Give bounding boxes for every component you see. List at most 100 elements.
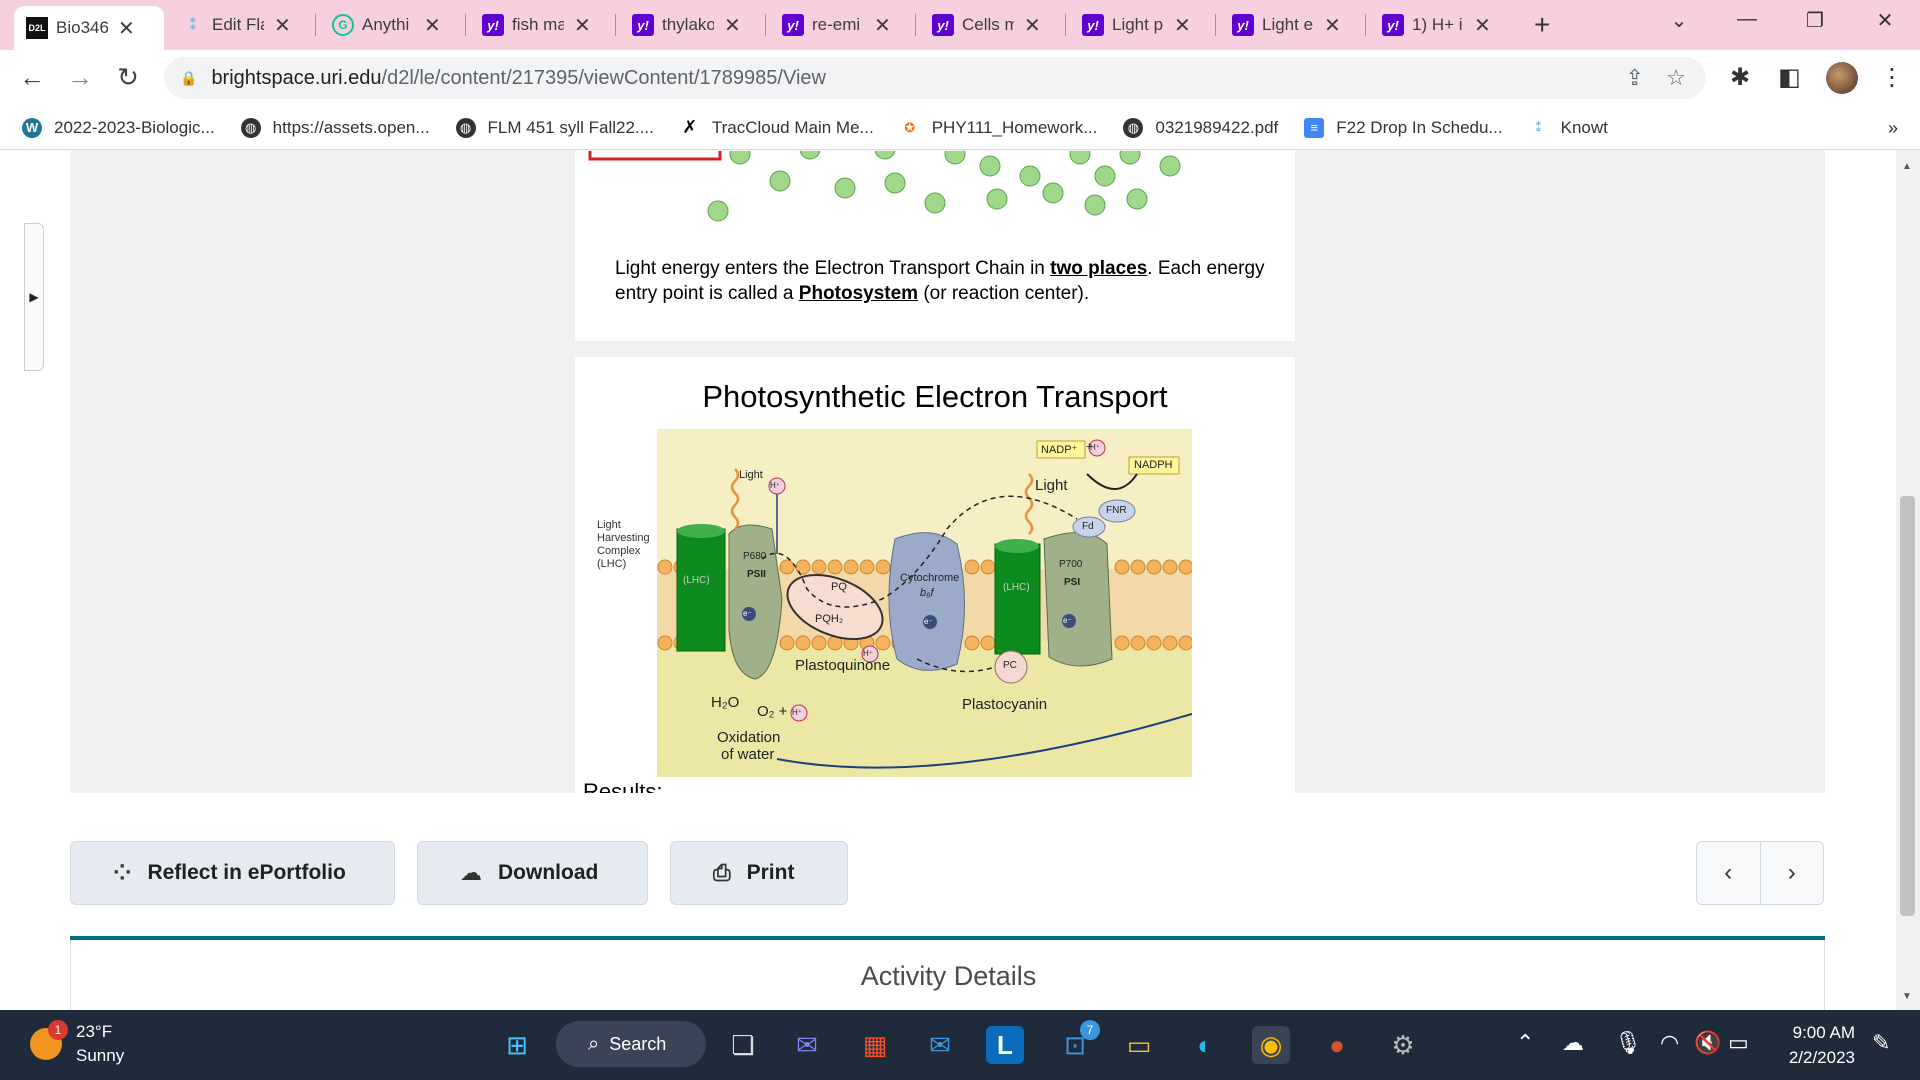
- share-icon[interactable]: ⇪: [1626, 65, 1644, 91]
- clock-time: 9:00 AM: [1792, 1023, 1855, 1042]
- scroll-down-icon[interactable]: ▼: [1902, 991, 1912, 1002]
- bookmark-biological[interactable]: W 2022-2023-Biologic...: [22, 117, 215, 138]
- l-app-icon[interactable]: L: [986, 1026, 1024, 1064]
- new-tab-button[interactable]: +: [1534, 9, 1550, 41]
- fd-label: Fd: [1082, 521, 1094, 532]
- minimize-button[interactable]: —: [1732, 8, 1762, 31]
- bookmarks-overflow-icon[interactable]: »: [1888, 118, 1898, 139]
- knowt-icon: ⁑: [1535, 119, 1543, 135]
- lhc-label-line: Harvesting: [597, 532, 650, 544]
- bookmark-label: 0321989422.pdf: [1155, 117, 1279, 137]
- tab-h-plus[interactable]: y! 1) H+ i ✕: [1370, 8, 1510, 42]
- previous-topic-button[interactable]: ‹: [1697, 842, 1761, 904]
- bookmark-knowt[interactable]: ⁑ Knowt: [1529, 118, 1608, 138]
- pqh2-label: PQH₂: [815, 613, 844, 625]
- menu-kebab-icon[interactable]: ⋮: [1880, 63, 1904, 92]
- page-scrollbar[interactable]: ▲ ▼: [1896, 151, 1920, 1010]
- notifications-icon[interactable]: ✎: [1872, 1030, 1890, 1056]
- edge-icon[interactable]: ◐: [1186, 1026, 1224, 1064]
- cloud-download-icon: ☁: [460, 860, 482, 885]
- bookmark-traccloud[interactable]: ✗ TracCloud Main Me...: [680, 117, 873, 138]
- bookmark-flm451[interactable]: ◍ FLM 451 syll Fall22....: [455, 117, 654, 138]
- close-icon[interactable]: ✕: [574, 13, 591, 38]
- bookmark-drop-in[interactable]: ≡ F22 Drop In Schedu...: [1304, 117, 1503, 138]
- close-icon[interactable]: ✕: [1324, 13, 1341, 38]
- tab-light-e[interactable]: y! Light e ✕: [1220, 8, 1360, 42]
- tab-anything[interactable]: G Anythi ✕: [320, 8, 460, 42]
- powerpoint-icon[interactable]: ●: [1318, 1026, 1356, 1064]
- tab-bio346[interactable]: D2L Bio346 ✕: [14, 6, 164, 50]
- wifi-icon[interactable]: ◠: [1660, 1030, 1679, 1056]
- task-view-icon[interactable]: ❏: [724, 1026, 762, 1064]
- close-icon[interactable]: ✕: [118, 16, 135, 41]
- microsoft-store-icon[interactable]: ▦: [856, 1026, 894, 1064]
- docs-icon: ≡: [1304, 117, 1325, 138]
- print-button[interactable]: ⎙ Print: [670, 841, 848, 905]
- close-icon[interactable]: ✕: [1174, 13, 1191, 38]
- p680-label: P680: [743, 551, 767, 562]
- side-panel-icon[interactable]: ◧: [1778, 63, 1801, 92]
- battery-icon[interactable]: ▭: [1728, 1030, 1749, 1056]
- tab-strip: D2L Bio346 ✕ ⁑ Edit Fla ✕ G Anythi ✕ y! …: [0, 0, 1920, 50]
- onedrive-icon[interactable]: ☁: [1562, 1030, 1584, 1056]
- microphone-icon[interactable]: 🎙: [1614, 1030, 1642, 1056]
- download-button[interactable]: ☁ Download: [417, 841, 648, 905]
- bookmark-assets-open[interactable]: ◍ https://assets.open...: [240, 117, 430, 138]
- tray-overflow-icon[interactable]: ⌃: [1516, 1030, 1534, 1056]
- bookmark-label: F22 Drop In Schedu...: [1336, 117, 1503, 137]
- speaker-muted-icon[interactable]: 🔇: [1694, 1030, 1721, 1056]
- mail-icon[interactable]: ✉: [921, 1026, 959, 1064]
- tab-cells[interactable]: y! Cells m ✕: [920, 8, 1060, 42]
- back-button[interactable]: ←: [16, 62, 48, 93]
- tab-re-emit[interactable]: y! re-emi ✕: [770, 8, 910, 42]
- lhc-label-line: Complex: [597, 545, 641, 557]
- close-icon[interactable]: ✕: [1024, 13, 1041, 38]
- close-icon[interactable]: ✕: [1474, 13, 1491, 38]
- globe-icon: ◍: [455, 117, 476, 138]
- page-scrollbar-thumb[interactable]: [1900, 496, 1915, 916]
- emphasis-two-places: two places: [1050, 258, 1148, 279]
- tab-label: fish ma: [512, 15, 564, 34]
- reload-button[interactable]: ↻: [112, 62, 144, 93]
- tab-fish[interactable]: y! fish ma ✕: [470, 8, 610, 42]
- side-panel-toggle[interactable]: ▶: [24, 223, 44, 371]
- weather-widget[interactable]: 1 23°F Sunny: [30, 1020, 124, 1068]
- extensions-icon[interactable]: ✱: [1730, 63, 1750, 92]
- tab-thylakoid[interactable]: y! thylako ✕: [620, 8, 760, 42]
- settings-gear-icon[interactable]: ⚙: [1384, 1026, 1422, 1064]
- yahoo-icon: y!: [782, 14, 804, 36]
- results-partial-text: Results:: [583, 779, 663, 793]
- close-window-button[interactable]: ✕: [1870, 8, 1900, 33]
- activity-details-title[interactable]: Activity Details: [71, 961, 1826, 992]
- close-icon[interactable]: ✕: [274, 13, 291, 38]
- diagram-drawing: [657, 439, 1192, 777]
- tab-search-icon[interactable]: ⌄: [1664, 8, 1694, 33]
- mail-count-badge: 7: [1080, 1020, 1100, 1040]
- slide-electron-transport-intro: Light energy enters the Electron Transpo…: [575, 151, 1295, 341]
- bookmark-pdf[interactable]: ◍ 0321989422.pdf: [1123, 117, 1279, 138]
- close-icon[interactable]: ✕: [874, 13, 891, 38]
- scroll-up-icon[interactable]: ▲: [1902, 161, 1912, 172]
- close-icon[interactable]: ✕: [424, 13, 441, 38]
- chrome-icon[interactable]: ◉: [1252, 1026, 1290, 1064]
- reflect-eportfolio-button[interactable]: ⁘ Reflect in ePortfolio: [70, 841, 395, 905]
- caret-right-icon: ▶: [29, 290, 39, 304]
- profile-avatar[interactable]: [1826, 62, 1858, 94]
- restore-button[interactable]: ❐: [1800, 8, 1830, 33]
- bookmark-star-icon[interactable]: ☆: [1666, 65, 1686, 91]
- forward-button[interactable]: →: [64, 62, 96, 93]
- teams-chat-icon[interactable]: ✉: [788, 1026, 826, 1064]
- bookmark-phy111[interactable]: ✪ PHY111_Homework...: [900, 118, 1097, 138]
- next-topic-button[interactable]: ›: [1761, 842, 1824, 904]
- lock-icon[interactable]: 🔒: [180, 70, 197, 87]
- address-bar[interactable]: 🔒 brightspace.uri.edu/d2l/le/content/217…: [164, 57, 1706, 99]
- close-icon[interactable]: ✕: [724, 13, 741, 38]
- tab-edit-flashcards[interactable]: ⁑ Edit Fla ✕: [170, 8, 310, 42]
- tab-light-p[interactable]: y! Light p ✕: [1070, 8, 1210, 42]
- taskbar-search[interactable]: ⌕ Search: [556, 1021, 706, 1067]
- system-clock[interactable]: 9:00 AM 2/2/2023: [1770, 1020, 1855, 1070]
- windows-start-icon[interactable]: ⊞: [498, 1026, 536, 1064]
- file-explorer-icon[interactable]: ▭: [1120, 1026, 1158, 1064]
- search-label: Search: [609, 1033, 667, 1054]
- yahoo-icon: y!: [1232, 14, 1254, 36]
